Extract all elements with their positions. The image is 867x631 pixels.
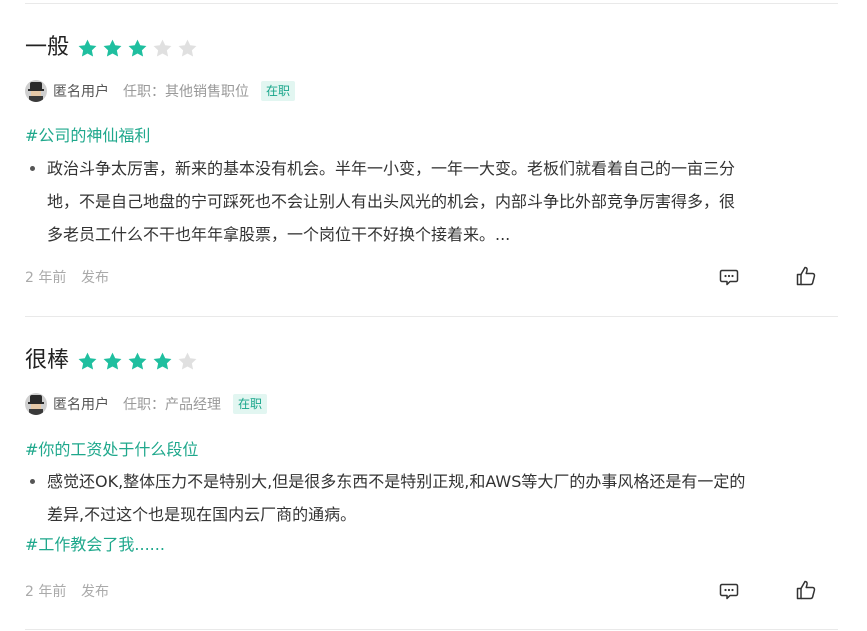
topic-tag[interactable]: #你的工资处于什么段位 <box>25 439 198 461</box>
review-line: 差异,不过这个也是现在国内云厂商的通病。 <box>47 505 357 524</box>
divider-top <box>25 3 838 4</box>
review-line: 多老员工什么不干也年年拿股票，一个岗位干不好换个接着来。... <box>47 225 511 244</box>
review-line: 感觉还OK,整体压力不是特别大,但是很多东西不是特别正规,和AWS等大厂的办事风… <box>47 472 746 491</box>
bullet-dot <box>30 479 35 484</box>
topic-tag[interactable]: #工作教会了我...... <box>25 534 165 556</box>
star-rating <box>77 38 198 59</box>
rating-word: 一般 <box>25 35 70 60</box>
star-icon <box>128 352 147 370</box>
review-footer: 2 年前 发布 <box>25 265 838 289</box>
star-icon <box>153 352 172 370</box>
reviews-page: 一般 匿名用户 任职：其他销售职位 在职 #公司的神仙福利 政治斗争太厉害，新来… <box>0 0 867 631</box>
bullet-dot <box>30 166 35 171</box>
star-icon <box>78 352 97 370</box>
review-footer: 2 年前 发布 <box>25 579 838 603</box>
post-time: 2 年前 <box>25 584 67 600</box>
post-time: 2 年前 <box>25 270 67 286</box>
author-position: 任职：其他销售职位 <box>123 84 249 100</box>
review-title-row: 一般 <box>25 32 198 64</box>
star-icon <box>153 39 172 57</box>
review-body[interactable]: 政治斗争太厉害，新来的基本没有机会。半年一小变，一年一大变。老板们就看着自己的一… <box>25 152 838 251</box>
author-row: 匿名用户 任职：其他销售职位 在职 <box>25 79 296 103</box>
thumbs-up-icon[interactable] <box>795 265 817 287</box>
topic-tag[interactable]: #公司的神仙福利 <box>25 125 150 147</box>
author-name: 匿名用户 <box>53 397 109 413</box>
thumbs-up-icon[interactable] <box>795 579 817 601</box>
star-icon <box>128 39 147 57</box>
star-rating <box>77 351 198 372</box>
star-icon <box>78 39 97 57</box>
publish-label: 发布 <box>81 270 109 286</box>
divider-bottom <box>25 629 838 630</box>
star-icon <box>178 39 197 57</box>
divider-middle <box>25 316 838 317</box>
status-badge: 在职 <box>233 394 268 414</box>
avatar <box>25 393 47 415</box>
author-position: 任职：产品经理 <box>123 397 221 413</box>
status-badge: 在职 <box>261 81 296 101</box>
review-line: 政治斗争太厉害，新来的基本没有机会。半年一小变，一年一大变。老板们就看着自己的一… <box>47 159 736 178</box>
author-name: 匿名用户 <box>53 84 109 100</box>
review-line: 地，不是自己地盘的宁可踩死也不会让别人有出头风光的机会，内部斗争比外部竞争厉害得… <box>47 192 736 211</box>
comment-icon[interactable] <box>719 267 739 287</box>
rating-word: 很棒 <box>25 348 70 373</box>
star-icon <box>103 352 122 370</box>
review-title-row: 很棒 <box>25 345 198 377</box>
author-row: 匿名用户 任职：产品经理 在职 <box>25 392 268 416</box>
comment-icon[interactable] <box>719 581 739 601</box>
review-body[interactable]: 感觉还OK,整体压力不是特别大,但是很多东西不是特别正规,和AWS等大厂的办事风… <box>25 465 838 531</box>
publish-label: 发布 <box>81 584 109 600</box>
star-icon <box>178 352 197 370</box>
star-icon <box>103 39 122 57</box>
avatar <box>25 80 47 102</box>
